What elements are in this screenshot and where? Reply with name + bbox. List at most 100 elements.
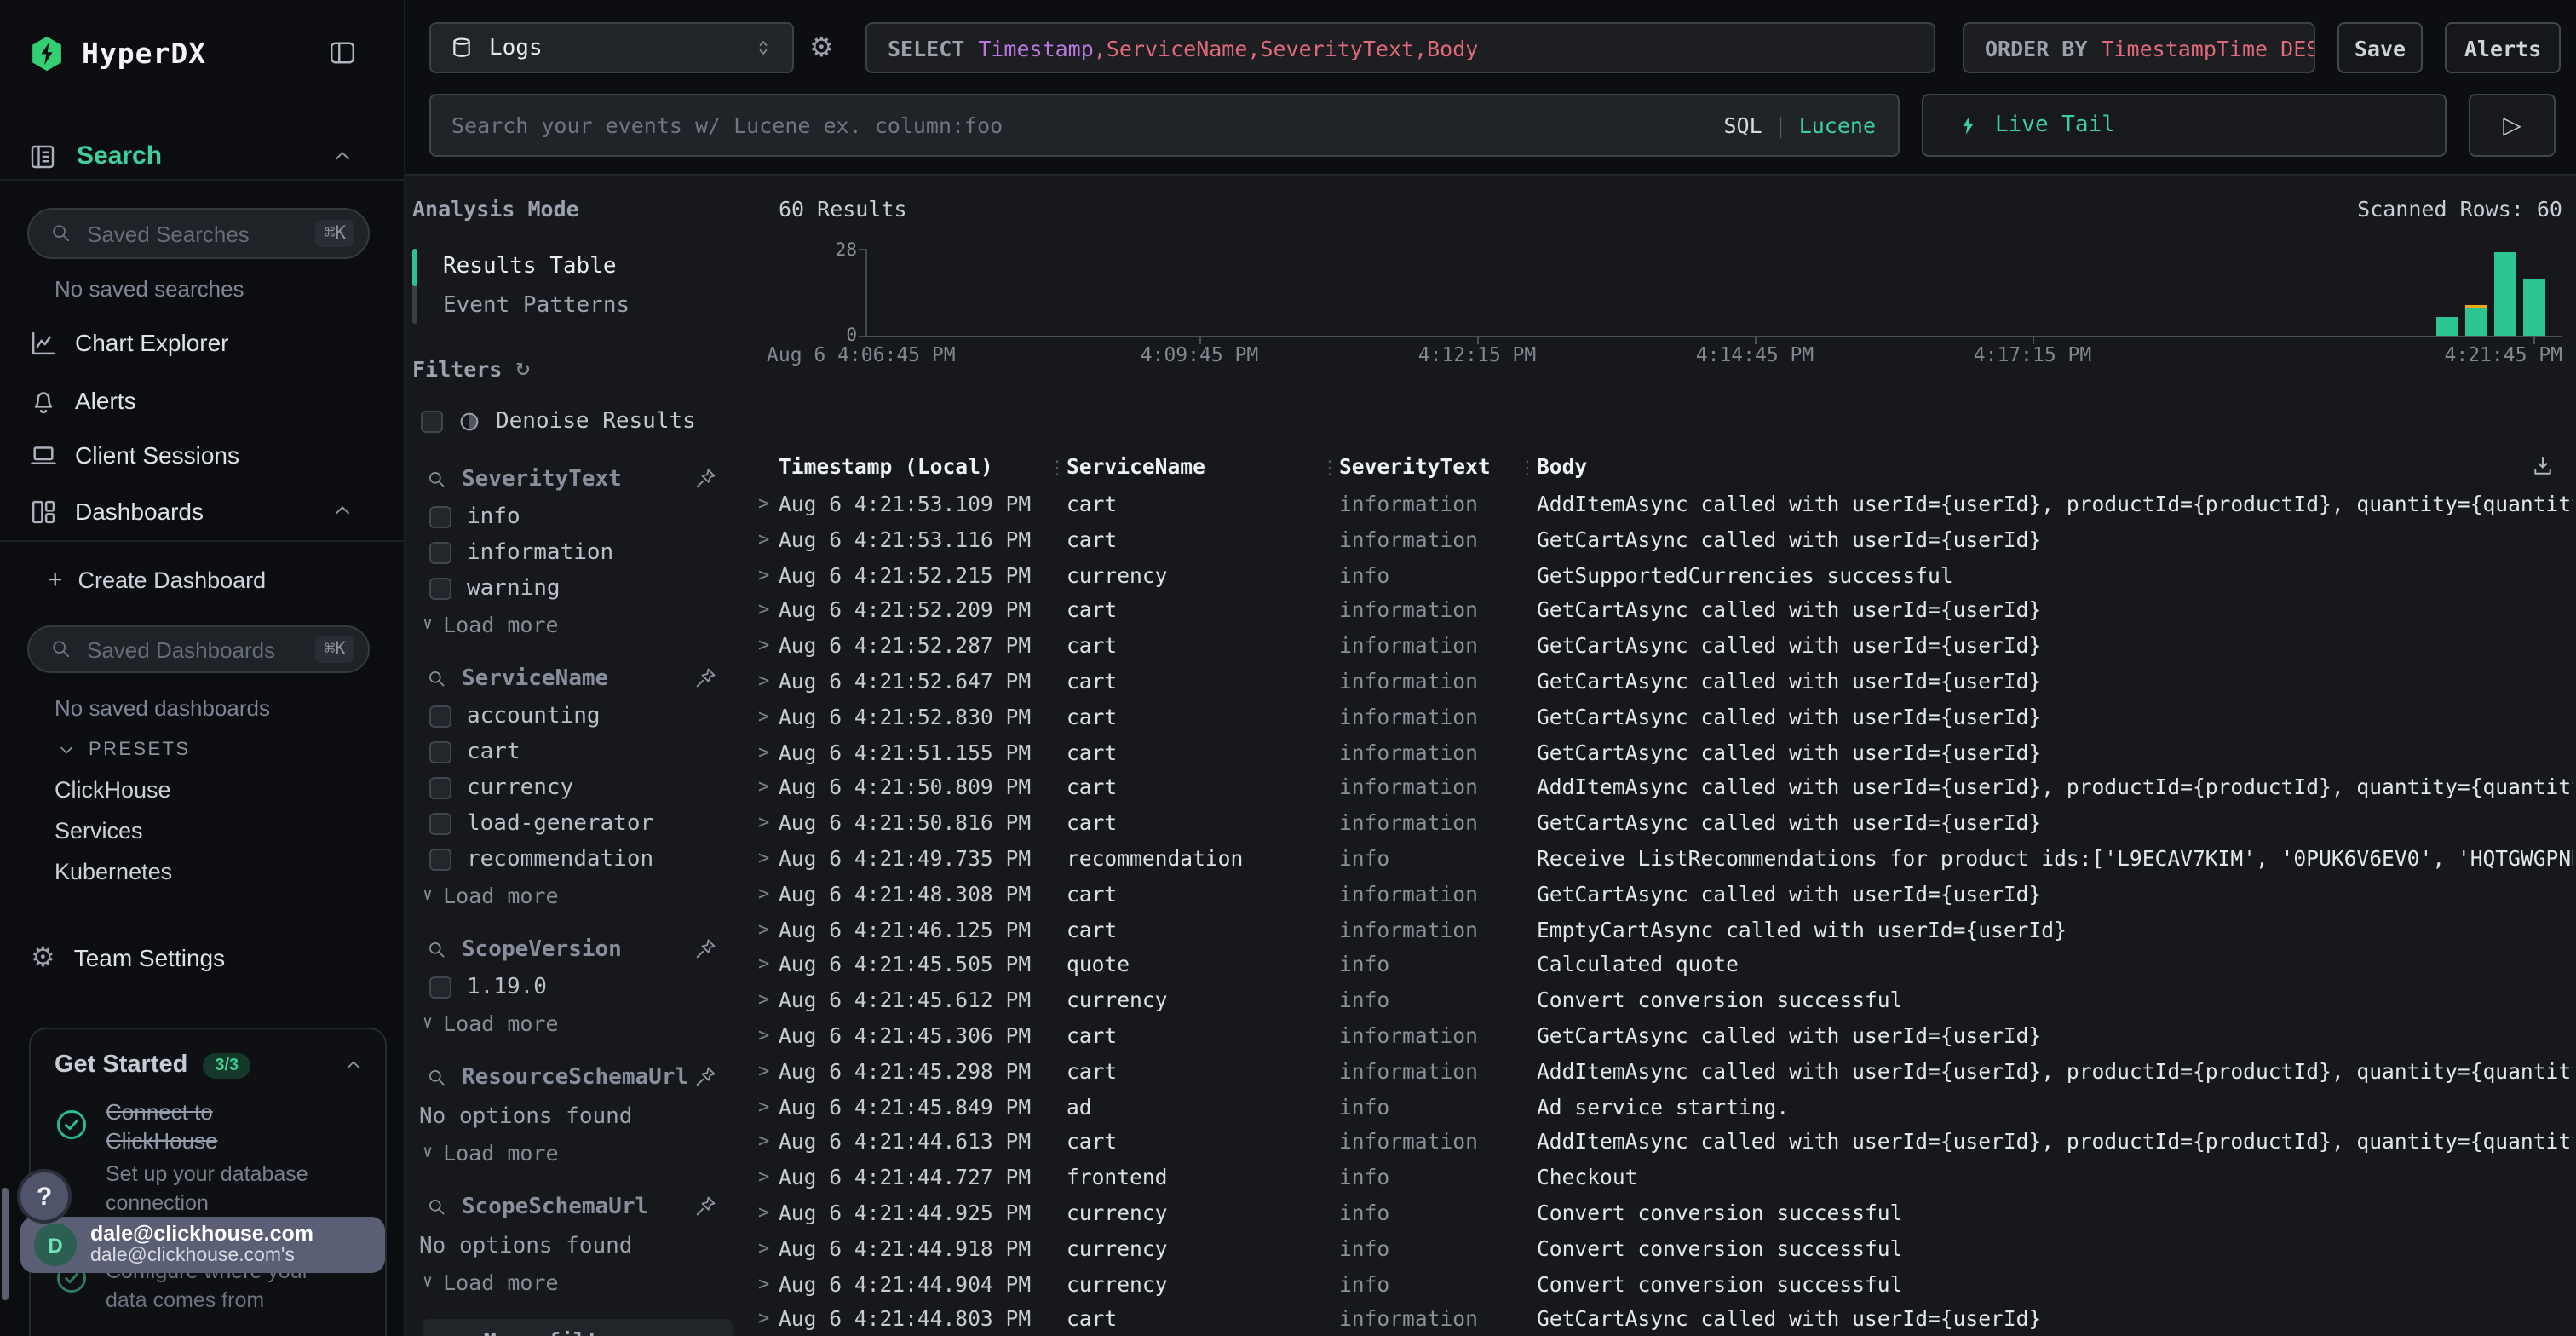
filter-group-header[interactable]: ResourceSchemaUrl xyxy=(405,1060,751,1094)
sidebar-item-team-settings[interactable]: ⚙ Team Settings xyxy=(31,936,225,980)
saved-dashboards-input[interactable]: ⌘K xyxy=(27,625,370,673)
row-expand-icon[interactable]: > xyxy=(758,1090,777,1126)
chevron-up-icon[interactable] xyxy=(342,1054,365,1076)
order-by-input[interactable]: ORDER BY TimestampTime DESC xyxy=(1963,22,2315,73)
event-search-field[interactable] xyxy=(431,112,1723,138)
filter-option[interactable]: cart xyxy=(405,734,751,770)
chart-bar[interactable] xyxy=(2465,305,2487,336)
row-expand-icon[interactable]: > xyxy=(758,1160,777,1196)
row-expand-icon[interactable]: > xyxy=(758,1231,777,1267)
sidebar-item-dashboards[interactable]: Dashboards xyxy=(0,489,404,533)
table-row[interactable]: >Aug 6 4:21:53.109 PMcartinformationAddI… xyxy=(751,487,2576,523)
chart-bar[interactable] xyxy=(2523,279,2545,336)
filter-option[interactable]: accounting xyxy=(405,699,751,734)
table-row[interactable]: >Aug 6 4:21:52.830 PMcartinformationGetC… xyxy=(751,700,2576,736)
pin-icon[interactable] xyxy=(693,467,717,491)
row-expand-icon[interactable]: > xyxy=(758,806,777,842)
row-expand-icon[interactable]: > xyxy=(758,1126,777,1161)
row-expand-icon[interactable]: > xyxy=(758,1267,777,1303)
sidebar-item-search[interactable]: Search xyxy=(0,133,404,181)
select-expression-input[interactable]: SELECT Timestamp ,ServiceName,SeverityTe… xyxy=(865,22,1935,73)
more-filters-button[interactable]: More filters xyxy=(423,1319,733,1336)
table-row[interactable]: >Aug 6 4:21:44.925 PMcurrencyinfoConvert… xyxy=(751,1196,2576,1232)
scrollbar-thumb[interactable] xyxy=(2,1188,9,1300)
column-separator[interactable]: ⋮ xyxy=(1320,450,1339,487)
row-expand-icon[interactable]: > xyxy=(758,629,777,665)
help-button[interactable]: ? xyxy=(17,1169,72,1224)
filter-option[interactable]: currency xyxy=(405,770,751,806)
checkbox[interactable] xyxy=(429,542,451,564)
presets-toggle[interactable]: PRESETS xyxy=(56,736,191,763)
sidebar-item-client-sessions[interactable]: Client Sessions xyxy=(0,433,404,477)
load-more-button[interactable]: ∨Load more xyxy=(405,1264,751,1299)
save-button[interactable]: Save xyxy=(2337,22,2423,73)
table-row[interactable]: >Aug 6 4:21:50.809 PMcartinformationAddI… xyxy=(751,771,2576,807)
filter-option[interactable]: information xyxy=(405,535,751,571)
table-row[interactable]: >Aug 6 4:21:48.308 PMcartinformationGetC… xyxy=(751,878,2576,913)
table-row[interactable]: >Aug 6 4:21:44.613 PMcartinformationAddI… xyxy=(751,1126,2576,1161)
sql-toggle[interactable]: SQL xyxy=(1723,112,1762,138)
filter-option[interactable]: recommendation xyxy=(405,842,751,878)
row-expand-icon[interactable]: > xyxy=(758,665,777,700)
source-select[interactable]: Logs xyxy=(429,22,794,73)
filter-option[interactable]: warning xyxy=(405,571,751,607)
row-expand-icon[interactable]: > xyxy=(758,1055,777,1091)
load-more-button[interactable]: ∨Load more xyxy=(405,878,751,912)
sidebar-item-chart-explorer[interactable]: Chart Explorer xyxy=(0,320,404,365)
get-started-step-1[interactable]: Connect to ClickHouse Set up your databa… xyxy=(31,1092,385,1229)
column-separator[interactable]: ⋮ xyxy=(1518,450,1537,487)
load-more-button[interactable]: ∨Load more xyxy=(405,1005,751,1039)
column-header-body[interactable]: Body xyxy=(1537,450,2573,486)
preset-clickhouse[interactable]: ClickHouse xyxy=(55,777,171,803)
table-row[interactable]: >Aug 6 4:21:45.612 PMcurrencyinfoConvert… xyxy=(751,983,2576,1019)
chart-bar[interactable] xyxy=(2494,252,2516,336)
sidebar-item-alerts[interactable]: Alerts xyxy=(0,378,404,423)
row-expand-icon[interactable]: > xyxy=(758,523,777,559)
row-expand-icon[interactable]: > xyxy=(758,1196,777,1232)
checkbox[interactable] xyxy=(429,976,451,999)
table-row[interactable]: >Aug 6 4:21:53.116 PMcartinformationGetC… xyxy=(751,523,2576,559)
table-row[interactable]: >Aug 6 4:21:52.287 PMcartinformationGetC… xyxy=(751,629,2576,665)
row-expand-icon[interactable]: > xyxy=(758,487,777,523)
play-button[interactable]: ▷ xyxy=(2469,94,2556,157)
table-row[interactable]: >Aug 6 4:21:44.727 PMfrontendinfoCheckou… xyxy=(751,1160,2576,1196)
row-expand-icon[interactable]: > xyxy=(758,948,777,984)
alerts-button[interactable]: Alerts xyxy=(2445,22,2561,73)
checkbox[interactable] xyxy=(429,705,451,728)
preset-services[interactable]: Services xyxy=(55,818,143,844)
load-more-button[interactable]: ∨Load more xyxy=(405,1135,751,1169)
mode-event-patterns[interactable]: Event Patterns xyxy=(443,286,751,325)
filter-group-header[interactable]: ScopeSchemaUrl xyxy=(405,1189,751,1224)
table-row[interactable]: >Aug 6 4:21:45.298 PMcartinformationAddI… xyxy=(751,1055,2576,1091)
table-row[interactable]: >Aug 6 4:21:50.816 PMcartinformationGetC… xyxy=(751,806,2576,842)
refresh-icon[interactable]: ↻ xyxy=(515,354,530,382)
row-expand-icon[interactable]: > xyxy=(758,735,777,771)
table-row[interactable]: >Aug 6 4:21:45.306 PMcartinformationGetC… xyxy=(751,1019,2576,1055)
sidebar-collapse-icon[interactable] xyxy=(327,37,358,68)
checkbox[interactable] xyxy=(421,410,443,432)
pin-icon[interactable] xyxy=(693,937,717,961)
row-expand-icon[interactable]: > xyxy=(758,842,777,878)
pin-icon[interactable] xyxy=(693,1065,717,1089)
saved-dashboards-field[interactable] xyxy=(87,636,316,662)
preset-kubernetes[interactable]: Kubernetes xyxy=(55,859,172,884)
row-expand-icon[interactable]: > xyxy=(758,771,777,807)
filter-group-header[interactable]: ScopeVersion xyxy=(405,932,751,966)
load-more-button[interactable]: ∨Load more xyxy=(405,607,751,641)
filter-option[interactable]: load-generator xyxy=(405,806,751,842)
filter-group-header[interactable]: ServiceName xyxy=(405,661,751,695)
column-header-servicename[interactable]: ServiceName xyxy=(1067,450,1334,486)
mode-results-table[interactable]: Results Table xyxy=(443,247,751,286)
table-row[interactable]: >Aug 6 4:21:44.904 PMcurrencyinfoConvert… xyxy=(751,1267,2576,1303)
filter-option[interactable]: info xyxy=(405,499,751,535)
row-expand-icon[interactable]: > xyxy=(758,1303,777,1336)
row-expand-icon[interactable]: > xyxy=(758,983,777,1019)
row-expand-icon[interactable]: > xyxy=(758,913,777,948)
create-dashboard-button[interactable]: + Create Dashboard xyxy=(48,562,266,596)
gear-icon[interactable]: ⚙ xyxy=(809,31,834,65)
table-row[interactable]: >Aug 6 4:21:45.505 PMquoteinfoCalculated… xyxy=(751,948,2576,984)
row-expand-icon[interactable]: > xyxy=(758,700,777,736)
checkbox[interactable] xyxy=(429,813,451,835)
column-header-timestamp[interactable]: Timestamp (Local) xyxy=(779,450,1061,486)
checkbox[interactable] xyxy=(429,506,451,528)
